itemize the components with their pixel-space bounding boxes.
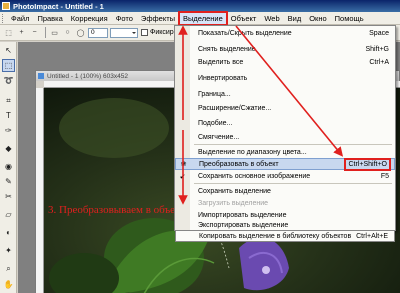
menu-help[interactable]: Помощь <box>331 12 368 25</box>
menu-item-label: Загрузить выделение <box>198 200 269 207</box>
pick-tool-icon[interactable]: ↖ <box>2 44 15 57</box>
menu-item-shortcut: Shift+G <box>365 46 389 53</box>
toolbar-separator <box>45 27 46 38</box>
menu-item-similar[interactable]: Подобие... <box>175 118 395 129</box>
menu-item-expand-shrink[interactable]: Расширение/Сжатие... <box>175 103 395 114</box>
menu-grip <box>2 13 5 23</box>
app-icon <box>2 2 10 10</box>
menu-item-label: Подобие... <box>198 120 233 127</box>
document-icon <box>38 73 44 79</box>
crop-tool-icon[interactable]: ⌗ <box>2 94 15 107</box>
zoom-tool-icon[interactable]: ⌕ <box>2 262 15 275</box>
menu-item-show-hide[interactable]: Показать/Скрыть выделение Space <box>175 28 395 39</box>
menu-item-label: Выделить все <box>198 59 244 66</box>
menu-item-label: Сохранить основное изображение <box>198 173 311 180</box>
menu-item-label: Смягчение... <box>198 134 240 141</box>
menu-item-label: Преобразовать в объект <box>199 160 279 168</box>
eye-tool-icon[interactable]: ◉ <box>2 160 15 173</box>
menu-item-copy-to-library[interactable]: Копировать выделение в библиотеку объект… <box>175 231 395 242</box>
menu-object[interactable]: Объект <box>227 12 261 25</box>
menu-item-soften[interactable]: Смягчение... <box>175 132 395 143</box>
soft-edge-input[interactable]: 0 <box>88 27 108 38</box>
text-tool-icon[interactable]: T <box>2 109 15 122</box>
fill-tool-icon[interactable]: ◐ <box>2 226 15 239</box>
menu-item-deselect[interactable]: Снять выделение Shift+G <box>175 44 395 55</box>
tool-palette: ↖ ⬚ ➰ ⌗ T ✑ ◆ ◉ ✎ ✂ ▱ ◐ ✦ ⌕ ✋ <box>0 42 17 293</box>
menu-item-label: Экспортировать выделение <box>198 221 289 229</box>
fix-checkbox[interactable] <box>141 29 148 36</box>
menu-web[interactable]: Web <box>260 12 283 25</box>
menu-item-export-selection[interactable]: Экспортировать выделение <box>175 220 395 230</box>
shape-ellipse-icon[interactable]: ◯ <box>75 27 86 38</box>
menu-item-label: Инвертировать <box>198 75 248 82</box>
window-title: PhotoImpact - Untitled - 1 <box>13 1 104 11</box>
checkmark-icon: ✔ <box>179 173 186 181</box>
add-mode-icon[interactable]: + <box>16 27 27 38</box>
shape-circle-icon[interactable]: ○ <box>62 27 73 38</box>
menu-item-label: Показать/Скрыть выделение <box>198 30 292 37</box>
menu-item-shortcut: Space <box>369 30 389 37</box>
pen-tool-icon[interactable]: ✑ <box>2 124 15 137</box>
retouch-tool-icon[interactable]: ✎ <box>2 175 15 188</box>
menu-item-shortcut: F5 <box>380 173 389 180</box>
menu-item-label: Снять выделение <box>198 46 256 53</box>
menu-item-label: Импортировать выделение <box>198 212 287 219</box>
step-caption: 3. Преобразовываем в объект <box>48 204 186 216</box>
menu-item-invert[interactable]: Инвертировать <box>175 73 395 84</box>
menu-item-label: Сохранить выделение <box>198 188 271 195</box>
eraser-tool-icon[interactable]: ▱ <box>2 208 15 221</box>
hand-tool-icon[interactable]: ✋ <box>2 278 15 291</box>
menu-item-label: Расширение/Сжатие... <box>198 105 272 112</box>
menu-item-convert-to-object[interactable]: ❀ Преобразовать в объект Ctrl+Shift+O <box>175 157 395 171</box>
menu-separator <box>194 183 392 184</box>
menu-item-shortcut: Ctrl+Alt+E <box>356 232 388 240</box>
menu-item-preserve-base[interactable]: ✔ Сохранить основное изображение F5 <box>175 171 395 182</box>
menu-effects[interactable]: Эффекты <box>137 12 179 25</box>
mode-select[interactable] <box>110 27 138 38</box>
menu-item-label: Копировать выделение в библиотеку объект… <box>199 232 352 240</box>
shape-rect-icon[interactable]: ▭ <box>49 27 60 38</box>
selection-dropdown-menu: Показать/Скрыть выделение Space Снять вы… <box>174 25 396 231</box>
menu-adjust[interactable]: Коррекция <box>67 12 112 25</box>
menu-item-label: Выделение по диапазону цвета... <box>198 149 307 156</box>
menu-photo[interactable]: Фото <box>112 12 137 25</box>
menu-item-border[interactable]: Граница... <box>175 89 395 100</box>
document-title: Untitled - 1 (100%) 603x452 <box>47 72 128 80</box>
menu-item-color-range[interactable]: Выделение по диапазону цвета... <box>175 147 395 158</box>
menu-item-load-selection: Загрузить выделение <box>175 198 395 209</box>
title-bar: PhotoImpact - Untitled - 1 <box>0 0 400 12</box>
menu-view[interactable]: Вид <box>284 12 306 25</box>
subtract-mode-icon[interactable]: − <box>29 27 40 38</box>
menu-item-save-selection[interactable]: Сохранить выделение <box>175 186 395 197</box>
menu-file[interactable]: Файл <box>7 12 33 25</box>
marquee-tool-icon[interactable]: ⬚ <box>2 59 15 72</box>
lasso-tool-icon[interactable]: ➰ <box>2 74 15 87</box>
menu-separator <box>194 144 392 145</box>
path-tool-icon[interactable]: ◆ <box>2 142 15 155</box>
menu-selection[interactable]: Выделение <box>178 10 228 26</box>
selection-tool-icon[interactable]: ⬚ <box>3 27 14 38</box>
ruler-vertical <box>36 88 44 293</box>
menu-bar: Файл Правка Коррекция Фото Эффекты Выдел… <box>0 10 400 26</box>
convert-object-icon: ❀ <box>180 161 187 168</box>
stamp-tool-icon[interactable]: ✦ <box>2 244 15 257</box>
menu-item-shortcut: Ctrl+A <box>369 59 389 66</box>
photoimpact-window: PhotoImpact - Untitled - 1 Файл Правка К… <box>0 0 400 293</box>
menu-item-label: Граница... <box>198 91 231 98</box>
menu-item-shortcut: Ctrl+Shift+O <box>344 157 391 171</box>
menu-item-select-all[interactable]: Выделить все Ctrl+A <box>175 57 395 68</box>
menu-window[interactable]: Окно <box>305 12 330 25</box>
menu-edit[interactable]: Правка <box>33 12 66 25</box>
clone-tool-icon[interactable]: ✂ <box>2 190 15 203</box>
